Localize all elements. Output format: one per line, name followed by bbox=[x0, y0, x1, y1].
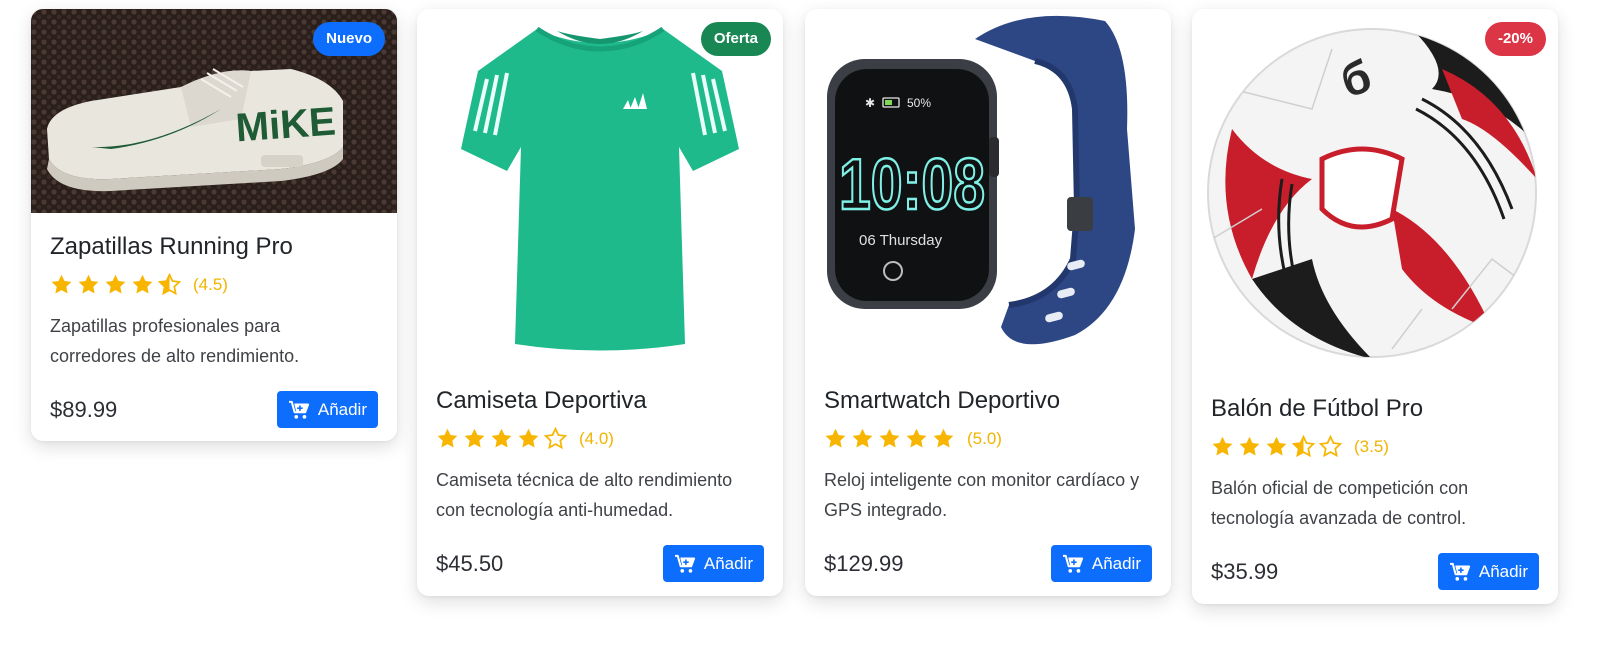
rating-stars bbox=[824, 427, 955, 450]
smartwatch-image: ✱ 50% 10:08 06 Thursday bbox=[805, 9, 1171, 369]
product-rating: (4.5) bbox=[50, 273, 378, 296]
star-full-icon bbox=[490, 427, 513, 450]
star-full-icon bbox=[878, 427, 901, 450]
product-image-ball[interactable]: б -20% bbox=[1192, 9, 1558, 377]
watch-date-text: 06 Thursday bbox=[859, 232, 943, 249]
soccer-ball-image: б bbox=[1192, 9, 1558, 377]
product-image-smartwatch[interactable]: ✱ 50% 10:08 06 Thursday bbox=[805, 9, 1171, 369]
rating-value: (4.5) bbox=[193, 274, 228, 294]
rating-stars bbox=[50, 273, 181, 296]
rating-stars bbox=[1211, 435, 1342, 458]
product-card-soccer-ball[interactable]: б -20% Balón de Fútbol Pro (3.5) Balón o… bbox=[1192, 9, 1558, 604]
rating-value: (3.5) bbox=[1354, 436, 1389, 456]
product-price: $89.99 bbox=[50, 396, 118, 422]
rating-stars bbox=[436, 427, 567, 450]
star-full-icon bbox=[104, 273, 127, 296]
add-button-label: Añadir bbox=[317, 399, 367, 419]
star-full-icon bbox=[77, 273, 100, 296]
star-full-icon bbox=[1238, 435, 1261, 458]
product-card-smartwatch[interactable]: ✱ 50% 10:08 06 Thursday Smartwatch Depor… bbox=[805, 9, 1171, 596]
svg-text:MiKE: MiKE bbox=[234, 100, 337, 151]
product-description: Reloj inteligente con monitor cardíaco y… bbox=[824, 470, 1140, 520]
add-to-cart-button[interactable]: Añadir bbox=[1437, 553, 1539, 590]
rating-value: (4.0) bbox=[579, 428, 614, 448]
star-full-icon bbox=[932, 427, 955, 450]
star-full-icon bbox=[463, 427, 486, 450]
cart-icon bbox=[674, 554, 696, 574]
add-to-cart-button[interactable]: Añadir bbox=[662, 545, 764, 582]
product-description: Zapatillas profesionales para corredores… bbox=[50, 316, 300, 366]
star-half-icon bbox=[158, 273, 181, 296]
star-empty-icon bbox=[1319, 435, 1342, 458]
star-full-icon bbox=[436, 427, 459, 450]
cart-icon bbox=[1062, 554, 1084, 574]
product-rating: (5.0) bbox=[824, 427, 1152, 450]
add-to-cart-button[interactable]: Añadir bbox=[276, 391, 378, 428]
tshirt-image bbox=[417, 9, 783, 369]
cart-icon bbox=[1449, 562, 1471, 582]
product-title[interactable]: Zapatillas Running Pro bbox=[50, 233, 378, 261]
add-to-cart-button[interactable]: Añadir bbox=[1050, 545, 1152, 582]
product-title[interactable]: Balón de Fútbol Pro bbox=[1211, 395, 1539, 423]
product-image-shoes[interactable]: MiKE Nuevo bbox=[31, 9, 397, 213]
badge-discount: -20% bbox=[1484, 22, 1546, 56]
add-button-label: Añadir bbox=[1091, 553, 1141, 573]
add-button-label: Añadir bbox=[1478, 561, 1528, 581]
star-full-icon bbox=[905, 427, 928, 450]
add-button-label: Añadir bbox=[703, 553, 753, 573]
badge-offer: Oferta bbox=[700, 22, 771, 56]
star-empty-icon bbox=[544, 427, 567, 450]
star-full-icon bbox=[1211, 435, 1234, 458]
product-description: Camiseta técnica de alto rendimiento con… bbox=[436, 470, 733, 520]
star-full-icon bbox=[131, 273, 154, 296]
product-card-running-shoes[interactable]: MiKE Nuevo Zapatillas Running Pro (4.5) … bbox=[31, 9, 397, 441]
svg-text:✱: ✱ bbox=[865, 96, 875, 110]
star-full-icon bbox=[851, 427, 874, 450]
cart-icon bbox=[288, 400, 310, 420]
badge-new: Nuevo bbox=[313, 22, 385, 56]
rating-value: (5.0) bbox=[967, 428, 1002, 448]
product-card-tshirt[interactable]: Oferta Camiseta Deportiva (4.0) Camiseta… bbox=[417, 9, 783, 596]
product-price: $35.99 bbox=[1211, 558, 1279, 584]
product-image-tshirt[interactable]: Oferta bbox=[417, 9, 783, 369]
product-price: $129.99 bbox=[824, 550, 904, 576]
product-description: Balón oficial de competición con tecnolo… bbox=[1211, 478, 1469, 528]
product-title[interactable]: Smartwatch Deportivo bbox=[824, 387, 1152, 415]
watch-time-text: 10:08 bbox=[839, 145, 985, 225]
star-full-icon bbox=[517, 427, 540, 450]
star-half-icon bbox=[1292, 435, 1315, 458]
product-title[interactable]: Camiseta Deportiva bbox=[436, 387, 764, 415]
product-rating: (3.5) bbox=[1211, 435, 1539, 458]
product-price: $45.50 bbox=[436, 550, 504, 576]
star-full-icon bbox=[1265, 435, 1288, 458]
star-full-icon bbox=[824, 427, 847, 450]
star-full-icon bbox=[50, 273, 73, 296]
product-rating: (4.0) bbox=[436, 427, 764, 450]
watch-battery-text: 50% bbox=[907, 96, 931, 110]
